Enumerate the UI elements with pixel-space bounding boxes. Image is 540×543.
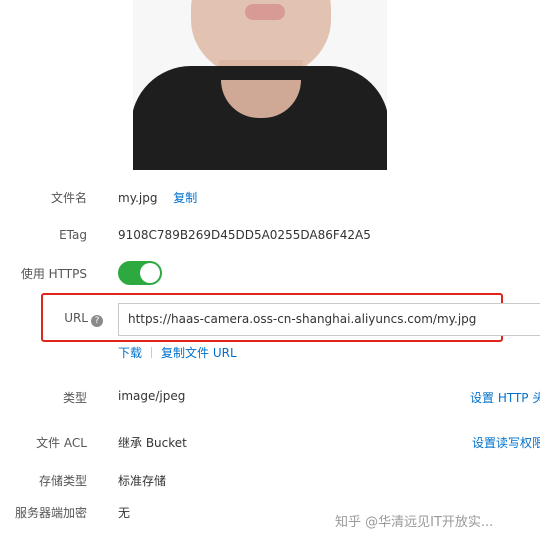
image-preview [0,0,540,170]
filename-label: 文件名 [50,191,87,205]
photo-thumbnail [133,0,387,170]
storage-label: 存储类型 [38,474,87,488]
url-label-text: URL [64,311,88,325]
url-label: URL? [64,311,103,327]
acl-value: 继承 Bucket [118,436,187,450]
toggle-knob [140,263,160,283]
set-acl-link[interactable]: 设置读写权限 [472,434,540,451]
https-label: 使用 HTTPS [20,267,87,281]
help-icon[interactable]: ? [91,315,103,327]
type-label: 类型 [62,391,87,405]
filename-value: my.jpg 复制 [118,189,197,206]
url-field[interactable]: https://haas-camera.oss-cn-shanghai.aliy… [118,303,540,336]
https-toggle[interactable] [118,261,162,285]
download-link[interactable]: 下载 [118,346,142,360]
set-http-header-link[interactable]: 设置 HTTP 头 [470,389,540,406]
etag-value: 9108C789B269D45DD5A0255DA86F42A5 [118,228,371,242]
filename-text: my.jpg [118,191,158,205]
copy-url-link[interactable]: 复制文件 URL [161,346,237,360]
storage-value: 标准存储 [118,474,167,488]
divider [151,347,153,358]
url-actions: 下载 复制文件 URL [118,344,237,361]
watermark: 知乎 @华清远见IT开放实... [335,515,494,530]
encryption-value: 无 [118,506,131,520]
copy-filename-link[interactable]: 复制 [173,191,197,205]
type-value: image/jpeg [118,389,186,403]
acl-label: 文件 ACL [36,436,87,450]
etag-label: ETag [59,228,87,242]
encryption-label: 服务器端加密 [14,506,87,520]
